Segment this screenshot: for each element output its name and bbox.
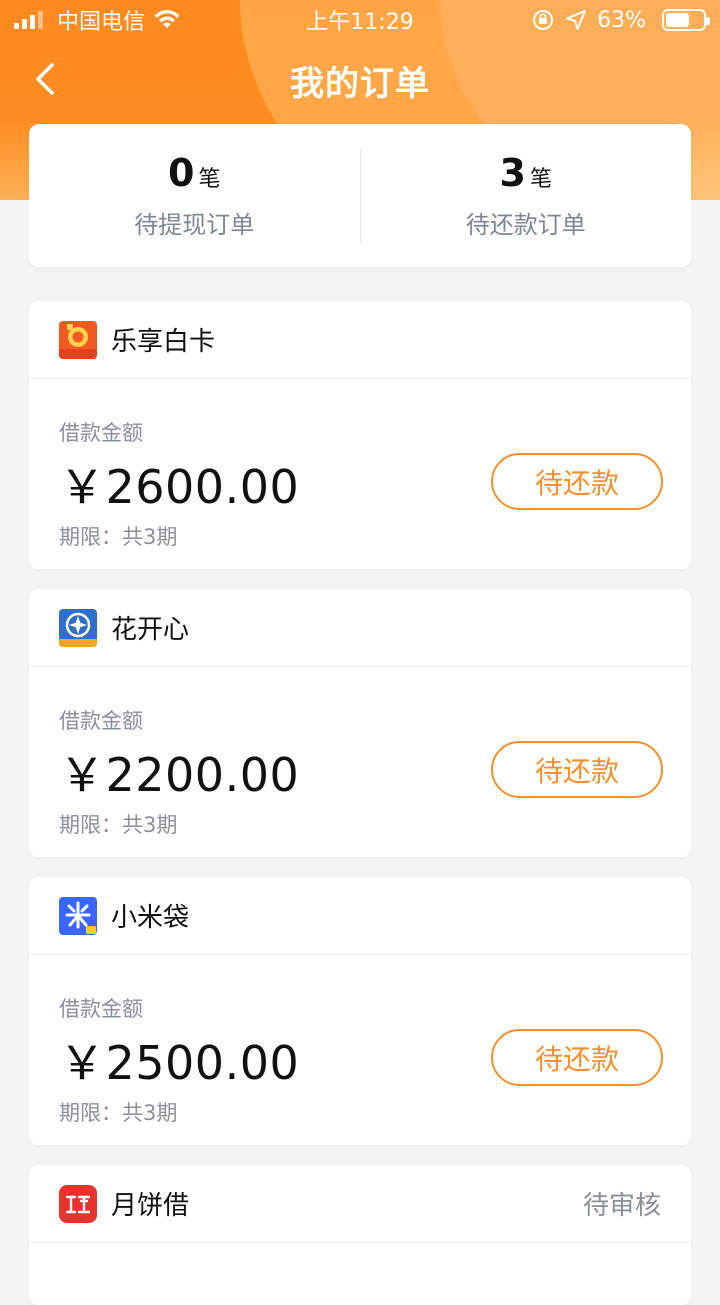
- order-card-body: 借款金额 ￥2500.00 期限：共3期 待还款: [29, 955, 691, 1145]
- order-name: 小米袋: [111, 903, 190, 933]
- order-summary-card: 0 笔 待提现订单 3 笔 待还款订单: [29, 124, 691, 267]
- yuebingjie-logo-icon: [59, 1184, 97, 1223]
- status-left: 中国电信: [14, 4, 181, 36]
- pending-repay-label: 待还款订单: [465, 211, 586, 239]
- summary-count: 0 笔: [168, 151, 220, 195]
- order-status: 待审核: [582, 1191, 661, 1221]
- order-name: 花开心: [111, 615, 190, 645]
- carrier-name: 中国电信: [57, 10, 146, 35]
- signal-icon: [14, 11, 43, 29]
- chevron-left-icon: [36, 63, 54, 95]
- repay-button[interactable]: 待还款: [491, 453, 663, 510]
- status-bar: 中国电信 上午11:29 63%: [0, 0, 720, 40]
- order-card-header: 小米袋: [29, 877, 691, 955]
- xiaomidai-logo-icon: [59, 896, 97, 935]
- summary-pending-withdraw[interactable]: 0 笔 待提现订单: [29, 124, 360, 267]
- loan-period: 期限：共3期: [59, 1101, 178, 1125]
- order-card[interactable]: 乐享白卡 借款金额 ￥2600.00 期限：共3期 待还款: [29, 301, 691, 569]
- repay-button[interactable]: 待还款: [491, 1029, 663, 1086]
- pending-repay-count: 3: [499, 151, 526, 195]
- pending-withdraw-unit: 笔: [198, 167, 221, 192]
- location-icon: [566, 10, 587, 30]
- order-name: 乐享白卡: [111, 327, 216, 357]
- loan-period: 期限：共3期: [59, 813, 178, 837]
- wifi-icon: [154, 10, 180, 28]
- order-name: 月饼借: [111, 1191, 190, 1221]
- order-card-header: 月饼借 待审核: [29, 1165, 691, 1243]
- order-card[interactable]: 小米袋 借款金额 ￥2500.00 期限：共3期 待还款: [29, 877, 691, 1145]
- battery-percent: 63%: [597, 7, 646, 33]
- nav-bar: 我的订单: [0, 40, 720, 120]
- battery-level: [666, 13, 689, 27]
- orientation-lock-icon: [533, 10, 554, 30]
- pending-withdraw-count: 0: [168, 151, 195, 195]
- pending-repay-unit: 笔: [529, 167, 552, 192]
- amount-label: 借款金额: [59, 997, 143, 1021]
- order-card[interactable]: 月饼借 待审核: [29, 1165, 691, 1305]
- order-card-body: 借款金额 ￥2200.00 期限：共3期 待还款: [29, 667, 691, 857]
- amount-label: 借款金额: [59, 709, 143, 733]
- summary-count: 3 笔: [500, 151, 552, 195]
- order-card-body: 借款金额 ￥2600.00 期限：共3期 待还款: [29, 379, 691, 569]
- page-title: 我的订单: [290, 63, 430, 104]
- amount-label: 借款金额: [59, 421, 143, 445]
- huakaixin-logo-icon: [59, 608, 97, 647]
- order-card-header: 乐享白卡: [29, 301, 691, 379]
- loan-period: 期限：共3期: [59, 525, 178, 549]
- status-right: 63%: [531, 7, 710, 33]
- battery-icon: [662, 9, 710, 31]
- order-card[interactable]: 花开心 借款金额 ￥2200.00 期限：共3期 待还款: [29, 589, 691, 857]
- lexiang-logo-icon: [59, 320, 97, 359]
- repay-button[interactable]: 待还款: [491, 741, 663, 798]
- summary-pending-repay[interactable]: 3 笔 待还款订单: [361, 124, 692, 267]
- order-card-header: 花开心: [29, 589, 691, 667]
- back-button[interactable]: [22, 56, 68, 102]
- pending-withdraw-label: 待提现订单: [134, 211, 255, 239]
